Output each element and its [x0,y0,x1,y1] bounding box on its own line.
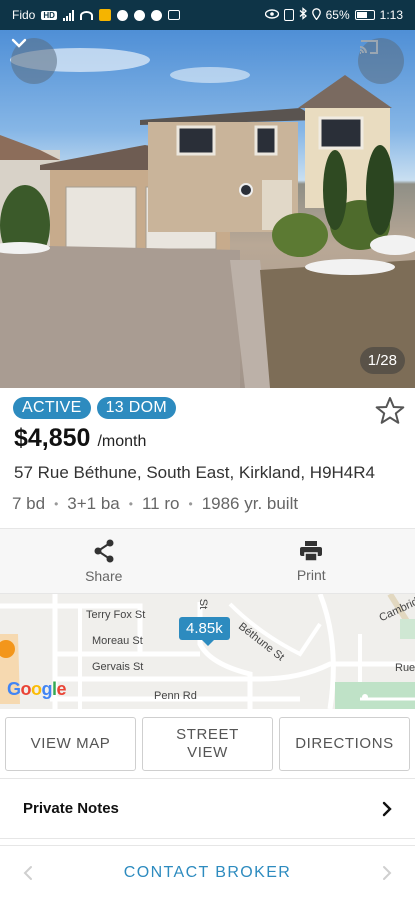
private-notes-label: Private Notes [23,800,119,817]
address: 57 Rue Béthune, South East, Kirkland, H9… [14,463,375,482]
location-icon [311,7,321,23]
view-map-button[interactable]: VIEW MAP [5,717,136,771]
message-notification-icon [167,10,180,20]
chevron-right-icon [383,866,392,880]
directions-button[interactable]: DIRECTIONS [279,717,410,771]
share-label: Share [85,567,123,584]
hd-icon: HD [41,10,57,20]
street-label: Rue [395,662,415,674]
next-listing-button[interactable] [359,865,415,881]
bottom-bar: CONTACT BROKER [0,845,415,900]
rooms: 11 ro [141,494,180,513]
badge-row: ACTIVE 13 DOM [13,397,176,419]
house-photo-illustration [0,48,415,388]
street-label: Moreau St [92,635,143,647]
action-bar: Share Print [0,528,415,594]
browser-notification-icon [150,9,162,21]
bluetooth-icon [299,7,307,23]
nfc-icon [283,9,294,21]
collapse-button[interactable] [11,38,57,84]
separator-dot: • [188,497,193,511]
battery-percent: 65% [325,8,350,22]
bathrooms: 3+1 ba [67,494,120,513]
share-icon [94,539,114,562]
map-preview[interactable]: Terry Fox St Moreau St Gervais St Penn R… [0,594,415,709]
printer-icon [300,540,323,562]
previous-listing-button[interactable] [0,865,56,881]
dom-badge: 13 DOM [96,397,176,419]
print-label: Print [296,566,326,583]
signal-icon [62,9,74,21]
wifi-icon [79,10,93,20]
property-facts: 7 bd • 3+1 ba • 11 ro • 1986 yr. built [12,494,298,514]
eye-icon [264,8,279,22]
year-built: 1986 yr. built [201,494,299,513]
google-logo: Google [7,679,67,699]
carrier-label: Fido [12,8,36,22]
private-notes-row[interactable]: Private Notes [0,779,415,839]
status-badge: ACTIVE [13,397,91,419]
photo-counter: 1/28 [359,347,405,374]
street-label: Terry Fox St [86,609,146,621]
separator-dot: • [128,497,133,511]
listing-info: ACTIVE 13 DOM $4,850 /month 57 Rue Béthu… [0,388,415,528]
map-distance-pin[interactable]: 4.85k [179,617,230,646]
favorite-button[interactable] [375,396,405,426]
street-label: Penn Rd [154,690,197,702]
listing-photo[interactable]: 1/28 [0,30,415,388]
cast-button[interactable] [358,38,404,84]
chevron-down-icon [11,38,27,48]
street-view-button[interactable]: STREET VIEW [142,717,273,771]
app-notification-icon [98,9,111,21]
star-icon [375,397,405,424]
chevron-left-icon [23,866,32,880]
price: $4,850 /month [14,424,146,453]
street-label: Gervais St [92,661,144,673]
price-unit: /month [97,433,147,450]
contact-broker-button[interactable]: CONTACT BROKER [56,864,359,882]
street-view-label: STREET VIEW [176,726,239,761]
separator-dot: • [54,497,59,511]
browser-notification-icon [116,9,128,21]
share-button[interactable]: Share [0,529,208,593]
bedrooms: 7 bd [12,494,46,513]
street-label: St [197,598,210,610]
status-bar: Fido HD 65% 1:13 [0,0,415,30]
browser-notification-icon [133,9,145,21]
print-button[interactable]: Print [208,529,415,593]
chevron-right-icon [382,801,392,816]
cast-icon [359,40,378,54]
battery-icon [354,10,375,20]
price-value: $4,850 [14,424,91,452]
map-button-row: VIEW MAP STREET VIEW DIRECTIONS [0,709,415,779]
clock: 1:13 [379,8,403,22]
